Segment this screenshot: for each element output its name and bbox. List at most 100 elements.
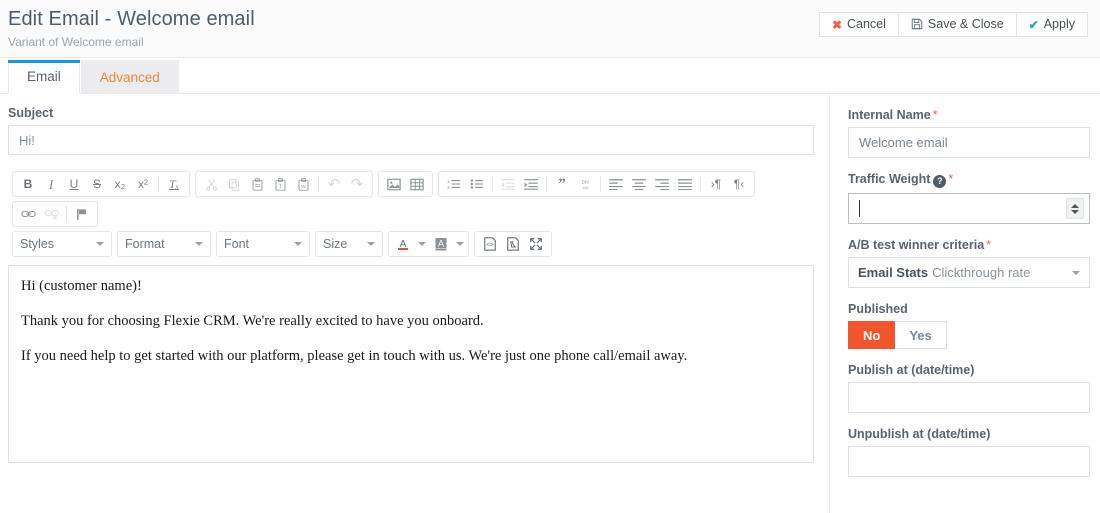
align-left-icon[interactable] <box>605 174 627 194</box>
ab-criteria-selected: Email Stats Clickthrough rate <box>858 265 1030 280</box>
toolbar-separator <box>546 176 547 192</box>
remove-format-icon[interactable]: Tₓ <box>163 174 185 194</box>
required-asterisk: * <box>986 238 992 252</box>
chevron-down-icon <box>1072 270 1080 275</box>
ab-criteria-field: A/B test winner criteria * Email Stats Cli… <box>848 238 1090 288</box>
tab-advanced-label: Advanced <box>99 70 160 85</box>
editor-toolbar-row-3: Styles Format Font Size A A <> <box>8 229 814 259</box>
link-icon[interactable] <box>17 204 39 224</box>
tab-advanced[interactable]: Advanced <box>80 60 179 94</box>
bold-icon[interactable]: B <box>17 174 39 194</box>
create-div-icon[interactable]: DIV </> <box>574 174 596 194</box>
published-toggle-yes[interactable]: Yes <box>895 321 947 349</box>
toolbar-separator <box>318 176 319 192</box>
unpublish-at-input[interactable] <box>848 446 1090 477</box>
maximize-icon[interactable] <box>525 234 547 254</box>
anchor-flag-icon[interactable] <box>71 204 93 224</box>
tab-email[interactable]: Email <box>7 60 80 94</box>
styles-dropdown-label: Styles <box>20 237 55 251</box>
stepper-down-icon[interactable] <box>1071 209 1079 214</box>
required-asterisk: * <box>932 108 938 122</box>
blockquote-icon[interactable]: ” <box>551 174 573 194</box>
underline-icon[interactable]: U <box>63 174 85 194</box>
toolbar-separator <box>600 176 601 192</box>
apply-button[interactable]: ✔ Apply <box>1015 12 1088 37</box>
cut-icon[interactable] <box>200 174 222 194</box>
published-toggle-no[interactable]: No <box>848 321 896 349</box>
subscript-icon[interactable]: x₂ <box>109 174 131 194</box>
paste-text-icon[interactable]: T <box>269 174 291 194</box>
superscript-icon[interactable]: x² <box>132 174 154 194</box>
cancel-button-label: Cancel <box>847 17 886 31</box>
toolbar-separator <box>158 176 159 192</box>
table-icon[interactable] <box>406 174 428 194</box>
quantity-stepper[interactable] <box>1066 198 1084 219</box>
subject-input[interactable] <box>8 125 814 155</box>
tab-bar: Email Advanced <box>0 58 1100 94</box>
page-subtitle: Variant of Welcome email <box>8 35 144 49</box>
size-dropdown[interactable]: Size <box>315 231 383 257</box>
italic-icon[interactable]: I <box>40 174 62 194</box>
chevron-down-icon <box>367 242 375 246</box>
justify-icon[interactable] <box>674 174 696 194</box>
paste-word-icon[interactable]: W <box>292 174 314 194</box>
chevron-down-icon[interactable] <box>418 242 426 246</box>
publish-at-input[interactable] <box>848 382 1090 413</box>
ab-criteria-group: Email Stats <box>858 265 929 280</box>
outdent-icon[interactable] <box>497 174 519 194</box>
ab-criteria-select[interactable]: Email Stats Clickthrough rate <box>848 257 1090 288</box>
unpublish-at-field: Unpublish at (date/time) <box>848 427 1090 477</box>
publish-at-label: Publish at (date/time) <box>848 363 975 377</box>
background-color-icon[interactable]: A <box>431 234 455 254</box>
stepper-up-icon[interactable] <box>1071 203 1079 208</box>
templates-icon[interactable] <box>502 234 524 254</box>
text-direction-rtl-icon[interactable]: ¶‹ <box>728 174 750 194</box>
undo-icon[interactable]: ↶ <box>323 174 345 194</box>
subject-label: Subject <box>8 106 54 120</box>
unpublish-at-label: Unpublish at (date/time) <box>848 427 991 441</box>
chevron-down-icon[interactable] <box>456 242 464 246</box>
cancel-button[interactable]: ✖ Cancel <box>818 12 898 37</box>
chevron-down-icon <box>294 242 302 246</box>
internal-name-label-text: Internal Name <box>848 108 931 122</box>
align-center-icon[interactable] <box>628 174 650 194</box>
help-icon[interactable]: ? <box>933 175 947 188</box>
redo-icon[interactable]: ↷ <box>346 174 368 194</box>
size-dropdown-label: Size <box>323 237 348 251</box>
copy-icon[interactable] <box>223 174 245 194</box>
toolbar-separator <box>492 176 493 192</box>
toolbar-separator <box>700 176 701 192</box>
email-body-content[interactable]: Hi (customer name)! Thank you for choosi… <box>8 265 814 463</box>
main-column: Subject B I U S x₂ x² Tₓ <box>0 94 830 513</box>
font-dropdown[interactable]: Font <box>216 231 310 257</box>
published-label: Published <box>848 302 908 316</box>
svg-text:W: W <box>301 184 306 190</box>
publish-at-field: Publish at (date/time) <box>848 363 1090 413</box>
image-icon[interactable] <box>383 174 405 194</box>
text-color-icon[interactable]: A <box>393 234 417 254</box>
text-direction-ltr-icon[interactable]: ›¶ <box>705 174 727 194</box>
strikethrough-icon[interactable]: S <box>86 174 108 194</box>
toolbar-group-links <box>12 201 98 227</box>
close-icon: ✖ <box>831 17 842 32</box>
format-dropdown[interactable]: Format <box>117 231 211 257</box>
traffic-weight-input[interactable] <box>848 193 1090 224</box>
save-and-close-button[interactable]: Save & Close <box>897 12 1016 37</box>
svg-text:2: 2 <box>447 185 450 190</box>
internal-name-field: Internal Name * <box>848 108 1090 158</box>
source-code-icon[interactable]: <> <box>479 234 501 254</box>
published-field: Published No Yes <box>848 302 1090 349</box>
traffic-weight-input-wrap <box>848 193 1090 224</box>
ab-criteria-label-text: A/B test winner criteria <box>848 238 985 252</box>
unlink-icon[interactable] <box>40 204 62 224</box>
styles-dropdown[interactable]: Styles <box>12 231 112 257</box>
bulleted-list-icon[interactable] <box>466 174 488 194</box>
body-paragraph: Thank you for choosing Flexie CRM. We're… <box>21 313 484 330</box>
numbered-list-icon[interactable]: 12 <box>443 174 465 194</box>
paste-icon[interactable] <box>246 174 268 194</box>
indent-icon[interactable] <box>520 174 542 194</box>
save-and-close-button-label: Save & Close <box>927 17 1004 31</box>
toolbar-group-paragraph: 12 ” DIV </> ›¶ ¶‹ <box>438 171 755 197</box>
internal-name-input[interactable] <box>848 127 1090 158</box>
align-right-icon[interactable] <box>651 174 673 194</box>
